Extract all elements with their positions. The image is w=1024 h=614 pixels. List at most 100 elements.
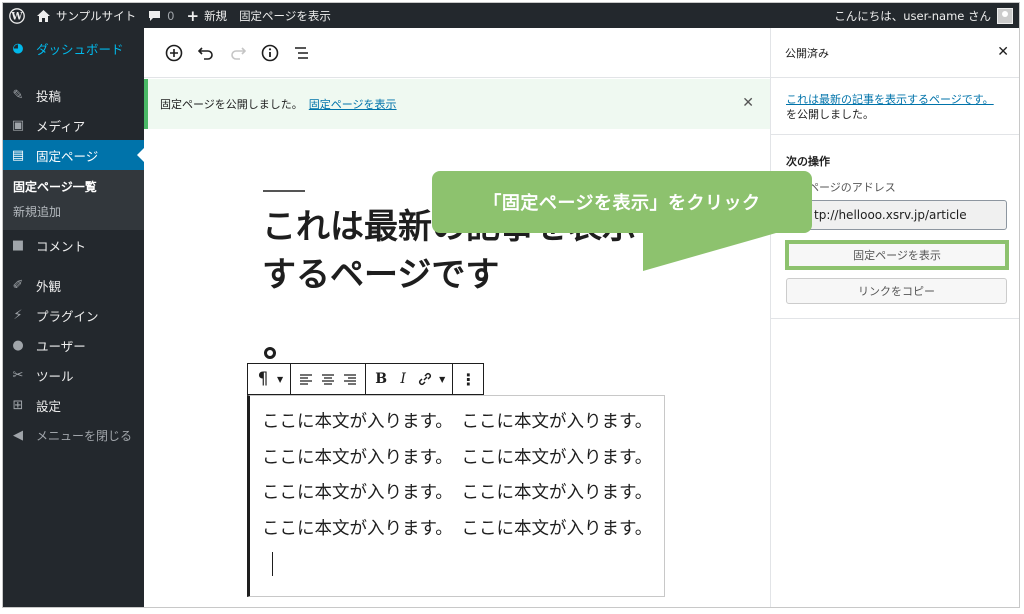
undo-button[interactable] (190, 37, 222, 69)
view-page-label: 固定ページを表示 (239, 8, 331, 23)
more-options-icon[interactable]: ⋮ (457, 364, 479, 394)
dashboard-icon: ◕ (12, 40, 24, 56)
settings-icon: ⊞ (12, 397, 24, 413)
sidebar-item-dashboard[interactable]: ◕ ダッシュボード (3, 28, 144, 68)
sidebar-item-label: 固定ページ (36, 148, 99, 164)
site-name: サンプルサイト (56, 8, 137, 23)
redo-icon (231, 46, 246, 60)
panel-header-title: 公開済み (785, 46, 829, 60)
sidebar-item-label: メディア (36, 118, 86, 134)
notice-view-page-link[interactable]: 固定ページを表示 (309, 96, 397, 112)
published-summary: これは最新の記事を表示するページです。 を公開しました。 (771, 78, 1019, 135)
paragraph-icon[interactable]: ¶ (252, 364, 274, 394)
new-label: 新規 (204, 8, 228, 23)
screenshot-frame: W サンプルサイト 0 + 新規 固定ページを表示 こんにちは、user-nam… (2, 2, 1020, 608)
sidebar-item-comments[interactable]: ■ コメント (3, 230, 144, 260)
block-type-group: ¶ ▼ (248, 364, 292, 394)
link-icon[interactable] (414, 364, 436, 394)
sidebar-item-plugins[interactable]: ⚡ プラグイン (3, 300, 144, 330)
admin-bar: W サンプルサイト 0 + 新規 固定ページを表示 こんにちは、user-nam… (3, 3, 1019, 28)
published-page-link[interactable]: これは最新の記事を表示するページです。 (786, 93, 994, 106)
site-name-link[interactable]: サンプルサイト (31, 3, 142, 28)
sidebar-item-posts[interactable]: ✎ 投稿 (3, 80, 144, 110)
sidebar-item-appearance[interactable]: ✐ 外観 (3, 270, 144, 300)
instruction-callout: 「固定ページを表示」をクリック (432, 171, 812, 233)
bold-icon[interactable]: B (370, 364, 392, 394)
publish-notice: 固定ページを公開しました。 固定ページを表示 ✕ (144, 79, 770, 129)
alignment-group (291, 364, 367, 394)
avatar (997, 7, 1013, 24)
align-left-icon[interactable] (295, 364, 317, 394)
italic-icon[interactable]: I (392, 364, 414, 394)
sidebar-item-pages[interactable]: ▤ 固定ページ (3, 140, 144, 170)
plus-icon: + (186, 6, 200, 25)
wordpress-logo[interactable]: W (3, 3, 31, 28)
sidebar-item-label: 投稿 (36, 88, 62, 104)
paragraph-text: ここに本文が入ります。 ここに本文が入ります。 ここに本文が入ります。 ここに本… (262, 412, 661, 539)
redo-button[interactable] (222, 37, 254, 69)
submenu-all-pages[interactable]: 固定ページ一覧 (3, 174, 144, 199)
more-formats-caret-icon[interactable]: ▼ (436, 364, 448, 394)
page-url-value: tp://hellooo.xsrv.jp/article (814, 208, 967, 222)
address-label: ページのアドレス (808, 181, 896, 194)
sidebar-item-label: 外観 (36, 278, 62, 294)
new-content-link[interactable]: + 新規 (180, 3, 233, 28)
submenu-add-new[interactable]: 新規追加 (3, 199, 144, 224)
home-icon (37, 9, 50, 22)
block-toolbar: ¶ ▼ B I ▼ ⋮ (247, 363, 485, 395)
format-group: B I ▼ (366, 364, 454, 394)
sidebar-item-users[interactable]: ● ユーザー (3, 330, 144, 360)
sidebar-item-label: プラグイン (36, 308, 99, 324)
collapse-menu-button[interactable]: ◀ メニューを閉じる (3, 420, 144, 450)
notice-text: 固定ページを公開しました。 (160, 98, 303, 111)
panel-header: 公開済み ✕ (771, 28, 1019, 78)
pages-submenu: 固定ページ一覧 新規追加 (3, 170, 144, 230)
svg-text:W: W (10, 11, 23, 22)
wordpress-icon: W (9, 7, 25, 24)
add-block-button[interactable] (158, 37, 190, 69)
caret-down-icon[interactable]: ▼ (274, 364, 286, 394)
editor-toolbar (144, 28, 770, 78)
plus-circle-icon (165, 44, 183, 61)
view-page-button-label: 固定ページを表示 (853, 249, 941, 262)
copy-link-button-label: リンクをコピー (858, 285, 935, 298)
sidebar-item-label: ダッシュボード (36, 41, 124, 57)
next-steps-title: 次の操作 (786, 155, 830, 168)
page-url-field[interactable]: tp://hellooo.xsrv.jp/article (786, 200, 1007, 230)
more-options-group: ⋮ (453, 364, 483, 394)
collapse-label: メニューを閉じる (36, 428, 133, 443)
comment-icon: ■ (11, 237, 25, 253)
copy-link-button[interactable]: リンクをコピー (786, 278, 1007, 304)
align-right-icon[interactable] (339, 364, 361, 394)
sidebar-item-media[interactable]: ▣ メディア (3, 110, 144, 140)
close-icon[interactable]: ✕ (997, 44, 1009, 60)
my-account[interactable]: こんにちは、user-name さん (834, 7, 1019, 24)
close-icon[interactable]: ✕ (742, 95, 754, 111)
align-center-icon[interactable] (317, 364, 339, 394)
sidebar-item-label: コメント (36, 238, 87, 254)
comments-link[interactable]: 0 (142, 3, 180, 28)
sidebar-item-settings[interactable]: ⊞ 設定 (3, 390, 144, 420)
info-button[interactable] (254, 37, 286, 69)
comments-count: 0 (167, 8, 175, 23)
block-mover-handle[interactable] (264, 347, 276, 359)
media-icon: ▣ (11, 117, 25, 133)
block-editor: 固定ページを公開しました。 固定ページを表示 ✕ これは最新の記事を表示するペー… (144, 28, 770, 607)
view-page-button[interactable]: 固定ページを表示 (785, 240, 1009, 270)
sidebar-item-label: ツール (36, 368, 74, 384)
sidebar-item-tools[interactable]: ✂ ツール (3, 360, 144, 390)
callout-text: 「固定ページを表示」をクリック (483, 193, 761, 214)
published-suffix: を公開しました。 (786, 108, 874, 121)
collapse-icon: ◀ (13, 427, 23, 443)
outline-button[interactable] (286, 37, 318, 69)
undo-icon (198, 46, 213, 60)
paragraph-block[interactable]: ここに本文が入ります。 ここに本文が入ります。 ここに本文が入ります。 ここに本… (247, 395, 665, 597)
title-separator (263, 190, 305, 192)
view-page-link[interactable]: 固定ページを表示 (233, 3, 337, 28)
callout-pointer (643, 231, 783, 271)
info-icon (261, 44, 279, 61)
comment-bubble-icon (149, 10, 161, 21)
sidebar-item-label: 設定 (36, 398, 62, 414)
pages-icon: ▤ (11, 147, 25, 163)
greeting: こんにちは、user-name さん (834, 8, 991, 23)
